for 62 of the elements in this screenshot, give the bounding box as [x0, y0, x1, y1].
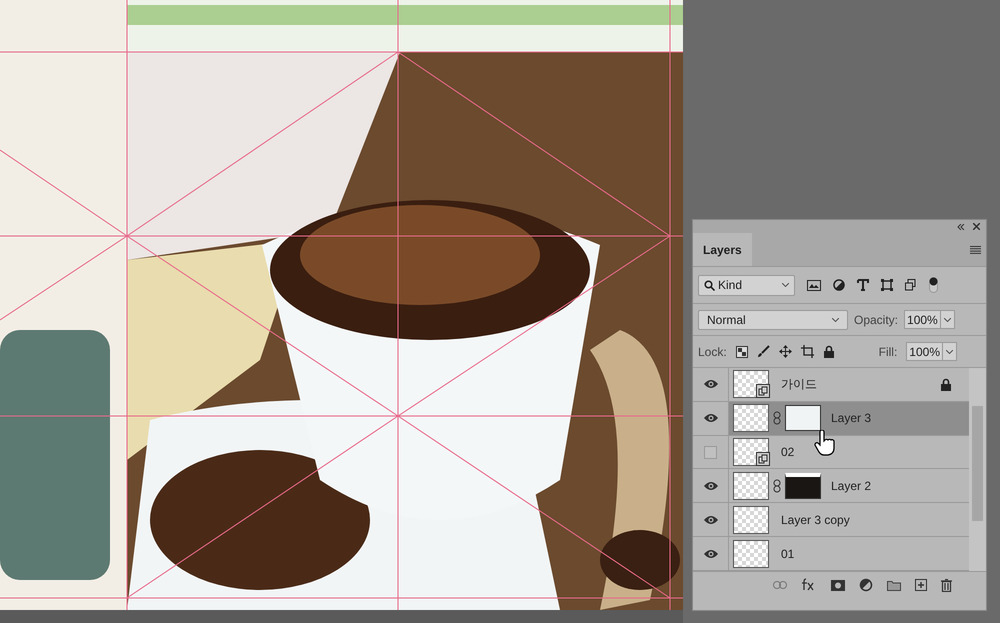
- visibility-checkbox[interactable]: [704, 446, 717, 459]
- layer-name[interactable]: Layer 2: [831, 476, 872, 495]
- adjustment-filter-icon[interactable]: [833, 279, 845, 291]
- chevron-icon: [946, 350, 953, 354]
- blend-mode-dropdown[interactable]: Normal: [698, 310, 848, 330]
- mask-icon[interactable]: [831, 580, 845, 590]
- folder-icon[interactable]: [887, 580, 901, 590]
- eye-icon[interactable]: [702, 379, 718, 390]
- move-icon[interactable]: [778, 345, 792, 358]
- opacity-field[interactable]: 100%: [904, 310, 955, 329]
- layer-name[interactable]: 01: [781, 544, 794, 563]
- chevron-icon: [782, 283, 789, 287]
- adjustment-layer-icon[interactable]: [859, 578, 873, 592]
- chevron-icon: [944, 318, 951, 322]
- layer-thumbnail: [733, 540, 769, 568]
- eye-icon[interactable]: [702, 413, 718, 424]
- layer-row[interactable]: Layer 3 copy: [693, 503, 969, 538]
- search-icon: [704, 280, 715, 290]
- layer-row[interactable]: 02: [693, 436, 969, 470]
- close-icon[interactable]: [973, 223, 980, 230]
- horizontal-scrollbar[interactable]: [0, 610, 683, 623]
- collapse-icon[interactable]: [957, 224, 965, 230]
- layer-mask-thumbnail[interactable]: [785, 405, 821, 432]
- lock-icon[interactable]: [824, 345, 834, 358]
- layer-row[interactable]: 가이드: [693, 368, 969, 402]
- filter-toggle-icon[interactable]: [929, 277, 938, 293]
- layer-thumbnail: [733, 472, 769, 500]
- link-icon[interactable]: [773, 478, 781, 493]
- eye-icon[interactable]: [702, 514, 718, 525]
- eye-icon[interactable]: [702, 480, 718, 491]
- new-layer-icon[interactable]: [915, 579, 927, 591]
- layer-name[interactable]: Layer 3: [831, 409, 872, 428]
- scrollbar[interactable]: [969, 368, 986, 571]
- eye-icon[interactable]: [702, 548, 718, 559]
- type-filter-icon[interactable]: [857, 279, 869, 291]
- artboard-icon[interactable]: [800, 345, 815, 358]
- lock-transparent-pixels-icon[interactable]: [736, 346, 748, 358]
- fill-field[interactable]: 100%: [906, 342, 957, 361]
- layer-row[interactable]: 01: [693, 537, 969, 571]
- trash-icon[interactable]: [941, 578, 952, 592]
- filter-dropdown[interactable]: Kind: [698, 274, 795, 296]
- hand-cursor-icon: [813, 430, 837, 456]
- opacity-label: Opacity:: [854, 312, 898, 328]
- layer-row[interactable]: Layer 3: [693, 402, 969, 436]
- layer-thumbnail: [733, 506, 769, 534]
- layer-thumbnail: [733, 404, 769, 432]
- shape-filter-icon[interactable]: [881, 279, 893, 291]
- fill-label: Fill:: [878, 344, 898, 360]
- link-icon[interactable]: [773, 411, 781, 426]
- layer-name[interactable]: 가이드: [781, 375, 817, 394]
- smart-object-filter-icon[interactable]: [905, 279, 917, 291]
- menu-icon[interactable]: [970, 246, 981, 254]
- smart-object-icon: [756, 452, 770, 466]
- lock-label: Lock:: [698, 344, 727, 360]
- layer-row[interactable]: Layer 2: [693, 469, 969, 504]
- image-filter-icon[interactable]: [807, 280, 821, 290]
- layers-tab[interactable]: Layers: [693, 233, 752, 266]
- layer-name[interactable]: 02: [781, 443, 794, 462]
- chevron-icon: [832, 318, 839, 322]
- brush-icon[interactable]: [756, 345, 770, 358]
- smart-object-icon: [756, 384, 770, 398]
- layer-name[interactable]: Layer 3 copy: [781, 510, 850, 529]
